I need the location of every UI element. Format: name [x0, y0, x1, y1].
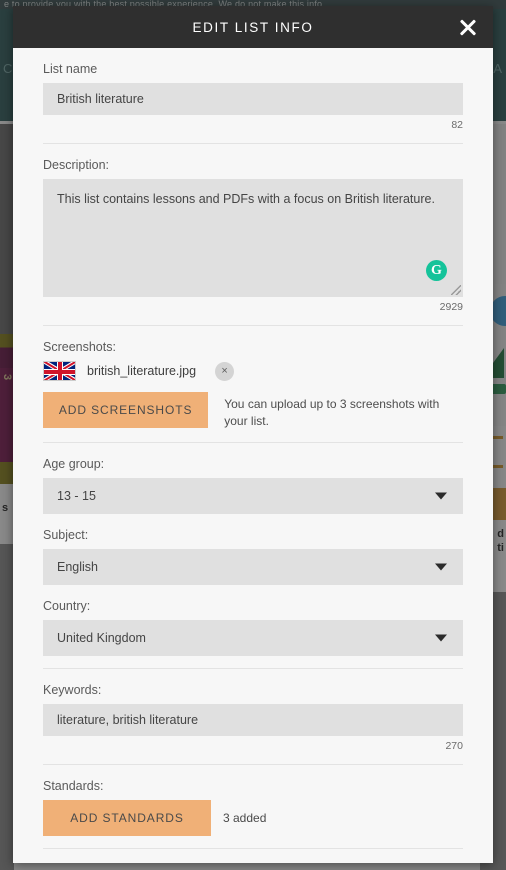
edit-list-info-modal: EDIT LIST INFO List name 82 Description:…	[13, 6, 493, 863]
chevron-down-icon	[435, 634, 447, 642]
age-group-label: Age group:	[43, 456, 105, 471]
chevron-down-icon	[435, 563, 447, 571]
close-icon[interactable]	[457, 16, 479, 38]
save-row: SAVE CHANGES	[43, 849, 463, 863]
age-group-select[interactable]: 13 - 15	[43, 477, 463, 514]
keywords-counter: 270	[445, 739, 463, 752]
standards-label: Standards:	[43, 778, 104, 793]
age-group-value[interactable]: 13 - 15	[43, 477, 463, 514]
subject-field: Subject: English	[43, 514, 463, 585]
list-name-counter: 82	[451, 119, 463, 131]
subject-select[interactable]: English	[43, 548, 463, 585]
country-select[interactable]: United Kingdom	[43, 619, 463, 656]
chevron-down-icon	[435, 492, 447, 500]
add-standards-button[interactable]: ADD STANDARDS	[43, 799, 211, 836]
writing-assistant-icon[interactable]: G	[426, 260, 447, 281]
remove-screenshot-icon[interactable]: ×	[215, 361, 235, 381]
country-field: Country: United Kingdom	[43, 585, 463, 656]
keywords-input[interactable]	[43, 703, 463, 736]
subject-value[interactable]: English	[43, 548, 463, 585]
list-name-label: List name	[43, 62, 98, 76]
description-field: Description: This list contains lessons …	[43, 144, 463, 313]
modal-title: EDIT LIST INFO	[192, 19, 314, 35]
uk-flag-thumbnail-icon	[43, 361, 76, 381]
list-name-input[interactable]	[43, 83, 463, 115]
screenshots-field: Screenshots: british_literature.jpg × AD…	[43, 326, 463, 430]
screenshot-upload-row: ADD SCREENSHOTS You can upload up to 3 s…	[43, 392, 463, 430]
standards-count: 3 added	[223, 810, 267, 825]
screenshots-hint: You can upload up to 3 screenshots with …	[224, 397, 440, 428]
age-group-field: Age group: 13 - 15	[43, 443, 463, 514]
list-name-field: List name 82	[43, 48, 463, 131]
country-value[interactable]: United Kingdom	[43, 619, 463, 656]
screenshots-label: Screenshots:	[43, 340, 116, 354]
modal-header: EDIT LIST INFO	[13, 6, 493, 48]
textarea-resize-handle[interactable]	[451, 285, 461, 295]
country-label: Country:	[43, 598, 91, 613]
screenshot-list-item: british_literature.jpg ×	[43, 361, 463, 381]
screenshot-file-name: british_literature.jpg	[87, 364, 197, 378]
modal-body: List name 82 Description: This list cont…	[13, 48, 493, 863]
subject-label: Subject:	[43, 527, 89, 542]
description-textarea[interactable]: This list contains lessons and PDFs with…	[43, 179, 463, 297]
description-counter: 2929	[439, 301, 463, 313]
add-screenshots-button[interactable]: ADD SCREENSHOTS	[43, 392, 209, 428]
keywords-label: Keywords:	[43, 682, 102, 697]
standards-row: ADD STANDARDS 3 added	[43, 799, 463, 836]
description-label: Description:	[43, 158, 109, 172]
keywords-field: Keywords: 270	[43, 669, 463, 752]
standards-field: Standards: ADD STANDARDS 3 added	[43, 765, 463, 836]
description-textarea-wrapper: This list contains lessons and PDFs with…	[43, 179, 463, 297]
